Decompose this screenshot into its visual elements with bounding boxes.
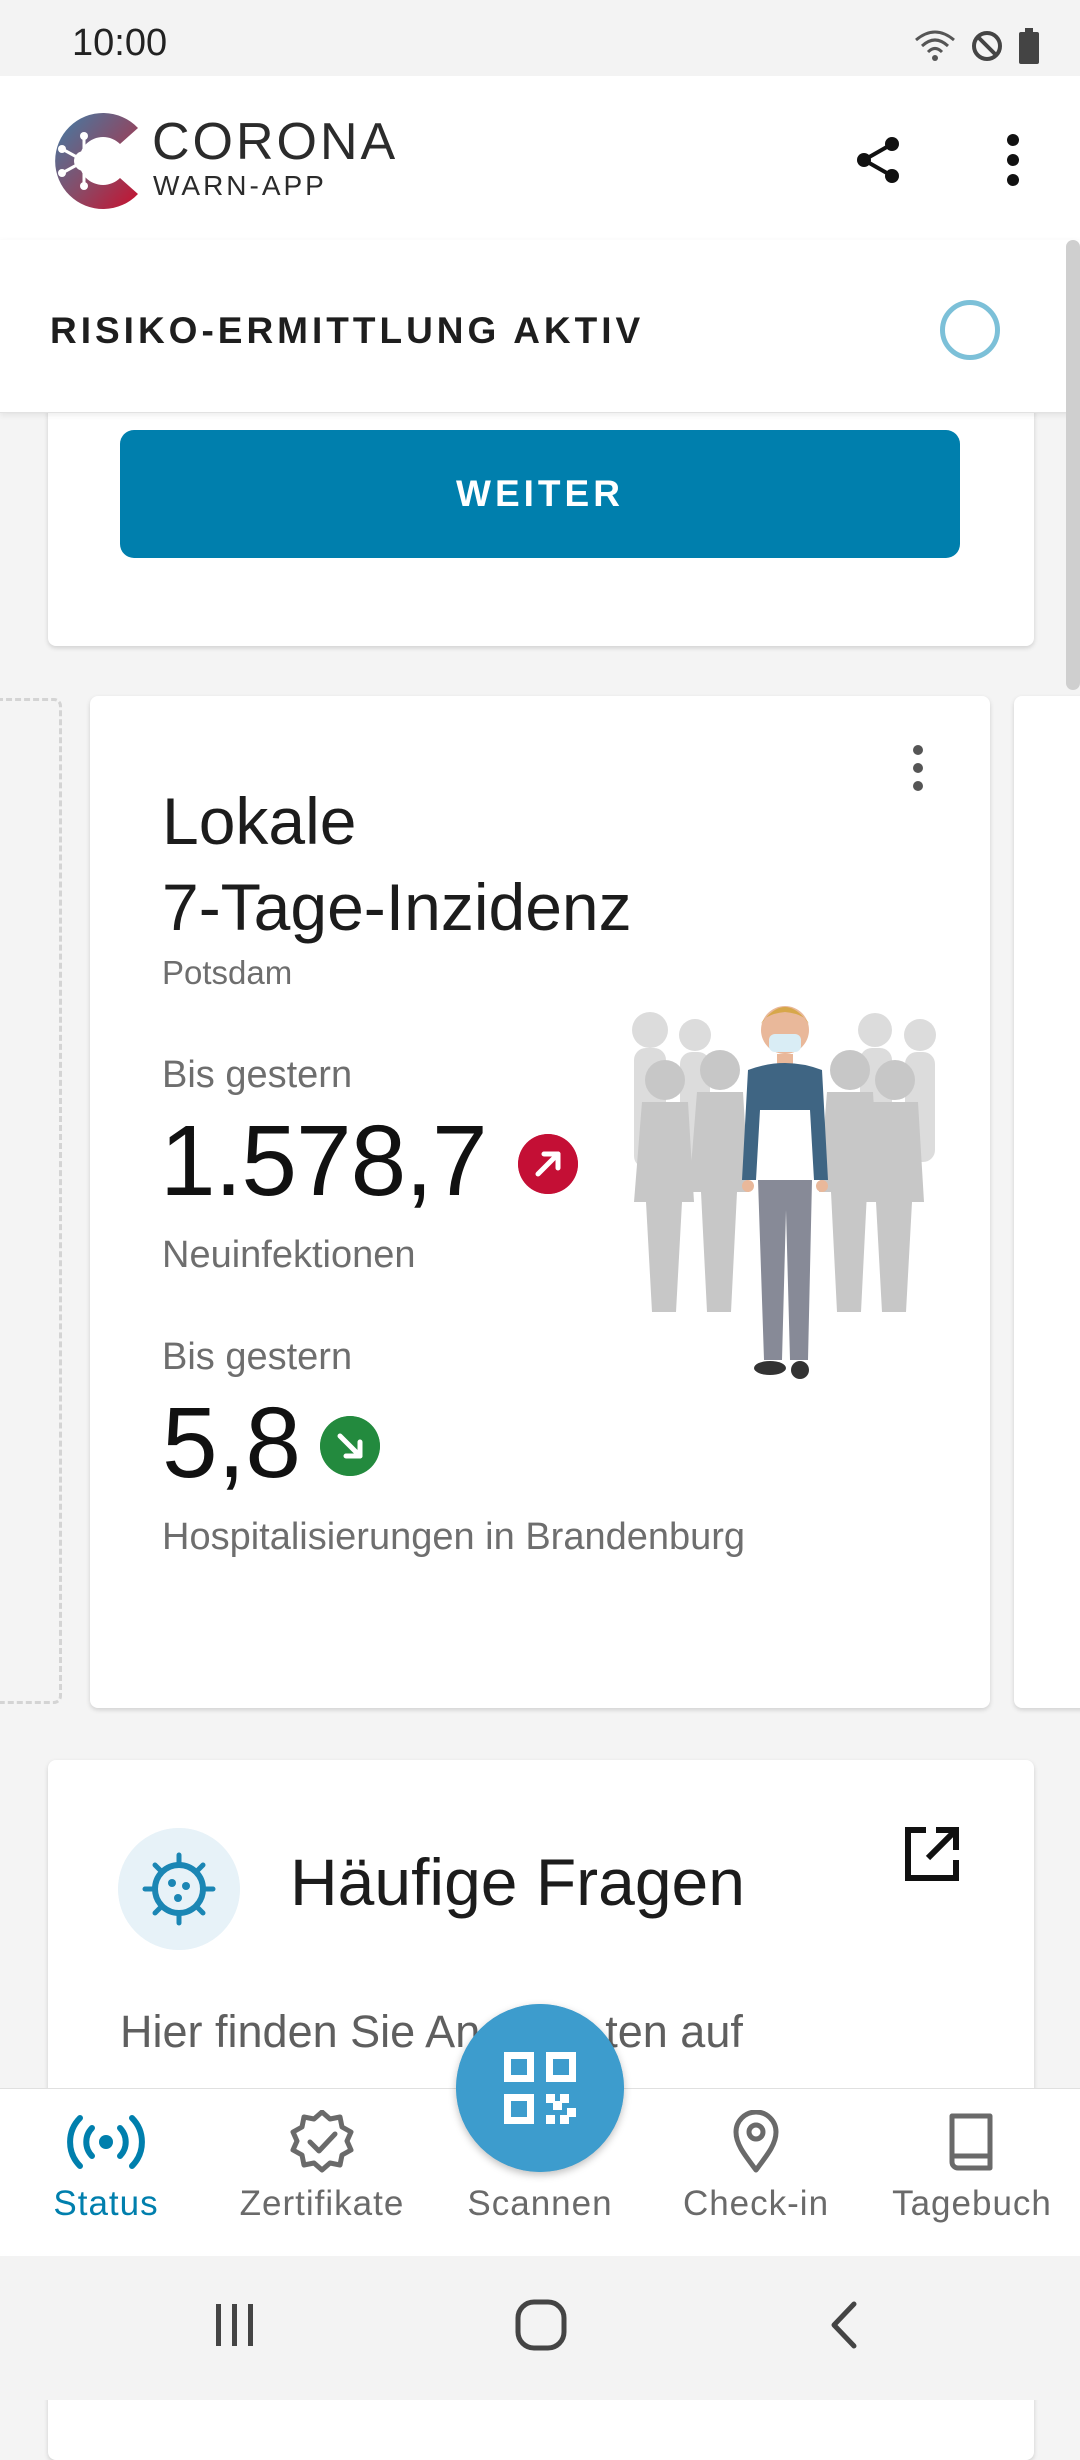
metric2-value: 5,8 bbox=[162, 1387, 302, 1499]
nav-label-status: Status bbox=[53, 2184, 159, 2223]
trend-down-icon bbox=[320, 1416, 380, 1476]
metric1-description: Neuinfektionen bbox=[162, 1234, 416, 1276]
share-icon[interactable] bbox=[850, 132, 906, 188]
add-statistics-card-placeholder[interactable] bbox=[0, 698, 62, 1704]
card-menu-icon[interactable] bbox=[896, 740, 940, 796]
certificate-icon bbox=[290, 2110, 354, 2173]
nav-item-check-in[interactable]: Check-in bbox=[656, 2110, 856, 2240]
open-external-icon[interactable] bbox=[900, 1822, 964, 1886]
weiter-button[interactable]: WEITER bbox=[120, 430, 960, 558]
nav-item-zertifikate[interactable]: Zertifikate bbox=[222, 2110, 422, 2240]
system-navigation-bar bbox=[0, 2256, 1080, 2400]
next-statistics-card[interactable] bbox=[1014, 696, 1080, 1708]
nav-item-status[interactable]: Status bbox=[6, 2110, 206, 2240]
metric1-label: Bis gestern bbox=[162, 1054, 353, 1096]
overflow-menu-icon[interactable] bbox=[990, 132, 1036, 188]
metric2-label: Bis gestern bbox=[162, 1336, 353, 1378]
faq-description: Hier finden Sie An ten auf bbox=[120, 2006, 743, 2057]
masked-person-crowd-illustration bbox=[632, 1006, 936, 1379]
book-icon bbox=[949, 2113, 993, 2171]
brand-title: CORONA bbox=[152, 113, 399, 171]
scrollbar[interactable] bbox=[1066, 240, 1080, 690]
nav-label-scannen: Scannen bbox=[467, 2184, 613, 2223]
wifi-icon bbox=[915, 30, 955, 61]
brand-subtitle: WARN-APP bbox=[153, 170, 327, 201]
battery-icon bbox=[1019, 28, 1039, 64]
virus-icon bbox=[118, 1828, 240, 1950]
incidence-title-line1: Lokale bbox=[162, 784, 357, 858]
incidence-location: Potsdam bbox=[162, 954, 293, 991]
incidence-title: Lokale 7-Tage-Inzidenz bbox=[162, 778, 632, 950]
nav-label-check-in: Check-in bbox=[682, 2184, 830, 2223]
nav-label-zertifikate: Zertifikate bbox=[239, 2184, 405, 2223]
progress-spinner-icon bbox=[940, 300, 1000, 360]
incidence-title-line2: 7-Tage-Inzidenz bbox=[162, 870, 632, 944]
faq-title: Häufige Fragen bbox=[290, 1845, 745, 1919]
risk-status-label: RISIKO-ERMITTLUNG AKTIV bbox=[50, 310, 645, 351]
home-icon[interactable] bbox=[514, 2298, 568, 2352]
recent-apps-icon[interactable] bbox=[210, 2300, 260, 2350]
metric1-value: 1.578,7 bbox=[160, 1105, 488, 1217]
nav-label-tagebuch: Tagebuch bbox=[892, 2184, 1052, 2223]
location-pin-icon bbox=[733, 2110, 779, 2173]
status-icons bbox=[914, 26, 1040, 66]
metric2-description: Hospitalisierungen in Brandenburg bbox=[162, 1516, 746, 1558]
corona-warn-app-logo bbox=[55, 113, 138, 210]
do-not-disturb-icon bbox=[972, 31, 1002, 61]
trend-up-icon bbox=[518, 1134, 578, 1194]
nav-item-tagebuch[interactable]: Tagebuch bbox=[872, 2110, 1072, 2240]
status-time: 10:00 bbox=[72, 22, 168, 64]
back-icon[interactable] bbox=[824, 2300, 864, 2350]
status-icon bbox=[67, 2115, 145, 2169]
scan-qr-button[interactable] bbox=[456, 2004, 624, 2172]
